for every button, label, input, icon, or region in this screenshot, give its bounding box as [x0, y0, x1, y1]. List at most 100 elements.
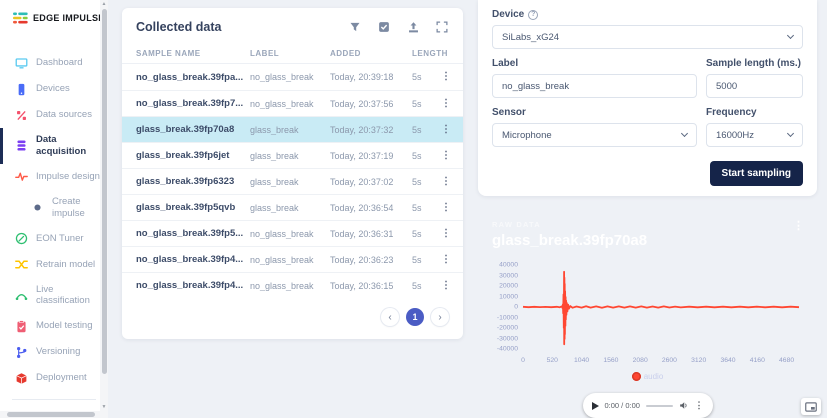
sample-added: Today, 20:37:56: [330, 99, 412, 109]
edge-impulse-logo[interactable]: EDGE IMPULSE: [0, 0, 108, 24]
sample-added: Today, 20:36:54: [330, 203, 412, 213]
table-row[interactable]: glass_break.39fp6323 glass_break Today, …: [122, 168, 463, 194]
row-menu-icon[interactable]: [441, 255, 451, 265]
audio-player[interactable]: 0:00 / 0:00: [583, 393, 713, 418]
select-checkbox-icon[interactable]: [377, 20, 391, 34]
scroll-up-arrow[interactable]: ▲: [101, 1, 107, 7]
sidebar-vertical-scrollbar[interactable]: ▲ ▼: [100, 0, 108, 411]
sample-length: 5s: [412, 125, 441, 135]
sample-name: glass_break.39fp70a8: [134, 124, 250, 135]
sidebar-item-data-acquisition[interactable]: Data acquisition: [0, 128, 108, 164]
filter-icon[interactable]: [348, 20, 362, 34]
table-row[interactable]: glass_break.39fp6jet glass_break Today, …: [122, 142, 463, 168]
x-tick-label: 3640: [720, 357, 735, 364]
y-tick-label: -40000: [497, 346, 518, 353]
sample-added: Today, 20:36:15: [330, 281, 412, 291]
sample-length: 5s: [412, 281, 441, 291]
edge-impulse-logo-icon: [13, 12, 28, 24]
sidebar-item-model-testing[interactable]: Model testing: [0, 313, 108, 339]
table-row[interactable]: glass_break.39fp5qvb glass_break Today, …: [122, 194, 463, 220]
sidebar-item-label: Model testing: [36, 320, 93, 332]
sidebar-item-dashboard[interactable]: Dashboard: [0, 50, 108, 76]
row-menu-icon[interactable]: [441, 99, 451, 109]
player-time: 0:00 / 0:00: [605, 401, 640, 410]
sidebar: EDGE IMPULSE Dashboard Devices Data sour…: [0, 0, 108, 418]
sidebar-item-create-impulse[interactable]: Create impulse: [0, 190, 108, 226]
sample-added: Today, 20:36:23: [330, 255, 412, 265]
device-select[interactable]: SiLabs_xG24: [492, 25, 803, 49]
sidebar-divider: [12, 399, 96, 400]
sidebar-item-devices[interactable]: Devices: [0, 76, 108, 102]
scrollbar-thumb[interactable]: [7, 412, 95, 417]
x-tick-label: 2600: [662, 357, 677, 364]
sample-added: Today, 20:36:31: [330, 229, 412, 239]
expand-icon[interactable]: [435, 20, 449, 34]
start-sampling-button[interactable]: Start sampling: [710, 161, 803, 186]
upload-icon[interactable]: [406, 20, 420, 34]
player-menu-icon[interactable]: [695, 400, 704, 411]
table-row[interactable]: glass_break.39fp70a8 glass_break Today, …: [122, 116, 463, 142]
sensor-select[interactable]: Microphone: [492, 123, 697, 147]
sidebar-item-label: EON Tuner: [36, 233, 84, 245]
sample-added: Today, 20:37:32: [330, 125, 412, 135]
sidebar-item-versioning[interactable]: Versioning: [0, 339, 108, 365]
table-row[interactable]: no_glass_break.39fp4... no_glass_break T…: [122, 246, 463, 272]
scroll-down-arrow[interactable]: ▼: [101, 404, 107, 410]
sample-name: no_glass_break.39fp4...: [134, 280, 250, 291]
model-testing-icon: [14, 319, 28, 333]
sample-name: glass_break.39fp5qvb: [134, 202, 250, 213]
y-tick-label: -30000: [497, 335, 518, 342]
table-row[interactable]: no_glass_break.39fpa... no_glass_break T…: [122, 64, 463, 90]
pagination: 1: [122, 298, 463, 336]
y-tick-label: -20000: [497, 325, 518, 332]
play-icon[interactable]: [592, 402, 599, 410]
volume-icon[interactable]: [679, 400, 688, 411]
row-menu-icon[interactable]: [441, 151, 451, 161]
table-row[interactable]: no_glass_break.39fp7... no_glass_break T…: [122, 90, 463, 116]
table-body: no_glass_break.39fpa... no_glass_break T…: [122, 64, 463, 298]
sample-length: 5s: [412, 177, 441, 187]
frequency-select[interactable]: 16000Hz: [706, 123, 803, 147]
waveform-plot[interactable]: [523, 265, 799, 349]
sample-label: no_glass_break: [250, 99, 330, 109]
current-page-button[interactable]: 1: [406, 308, 424, 326]
row-menu-icon[interactable]: [441, 203, 451, 213]
table-row[interactable]: no_glass_break.39fp5... no_glass_break T…: [122, 220, 463, 246]
sample-label: no_glass_break: [250, 255, 330, 265]
deployment-icon: [14, 371, 28, 385]
sample-label: glass_break: [250, 125, 330, 135]
sample-name: glass_break.39fp6323: [134, 176, 250, 187]
raw-data-menu-icon[interactable]: [793, 221, 804, 232]
data-acquisition-icon: [14, 139, 28, 153]
picture-in-picture-icon: [805, 402, 817, 412]
table-row[interactable]: no_glass_break.39fp4... no_glass_break T…: [122, 272, 463, 298]
sidebar-horizontal-scrollbar[interactable]: [0, 411, 108, 418]
row-menu-icon[interactable]: [441, 281, 451, 291]
row-menu-icon[interactable]: [441, 72, 451, 82]
sidebar-item-impulse-design[interactable]: Impulse design: [0, 164, 108, 190]
row-menu-icon[interactable]: [441, 177, 451, 187]
sample-label: glass_break: [250, 151, 330, 161]
sample-length: 5s: [412, 151, 441, 161]
scrollbar-thumb[interactable]: [102, 9, 107, 374]
sample-label: no_glass_break: [250, 281, 330, 291]
help-icon[interactable]: [528, 10, 538, 20]
previous-page-button[interactable]: [381, 308, 399, 326]
picture-in-picture-button[interactable]: [801, 398, 821, 415]
label-input[interactable]: [492, 74, 697, 98]
chart-legend[interactable]: audio: [478, 372, 817, 381]
sidebar-item-data-sources[interactable]: Data sources: [0, 102, 108, 128]
sampling-form-panel: Device SiLabs_xG24 Label Sample length (…: [478, 0, 817, 196]
player-progress-bar[interactable]: [646, 405, 673, 407]
next-page-button[interactable]: [431, 308, 449, 326]
sample-length-input[interactable]: [706, 74, 803, 98]
sidebar-item-live-classification[interactable]: Live classification: [0, 278, 108, 314]
sidebar-item-retrain-model[interactable]: Retrain model: [0, 252, 108, 278]
x-tick-label: 1560: [603, 357, 618, 364]
sidebar-item-eon-tuner[interactable]: EON Tuner: [0, 226, 108, 252]
sidebar-item-label: Dashboard: [36, 57, 82, 69]
row-menu-icon[interactable]: [441, 229, 451, 239]
sidebar-item-deployment[interactable]: Deployment: [0, 365, 108, 391]
x-tick-label: 1040: [574, 357, 589, 364]
row-menu-icon[interactable]: [441, 125, 451, 135]
